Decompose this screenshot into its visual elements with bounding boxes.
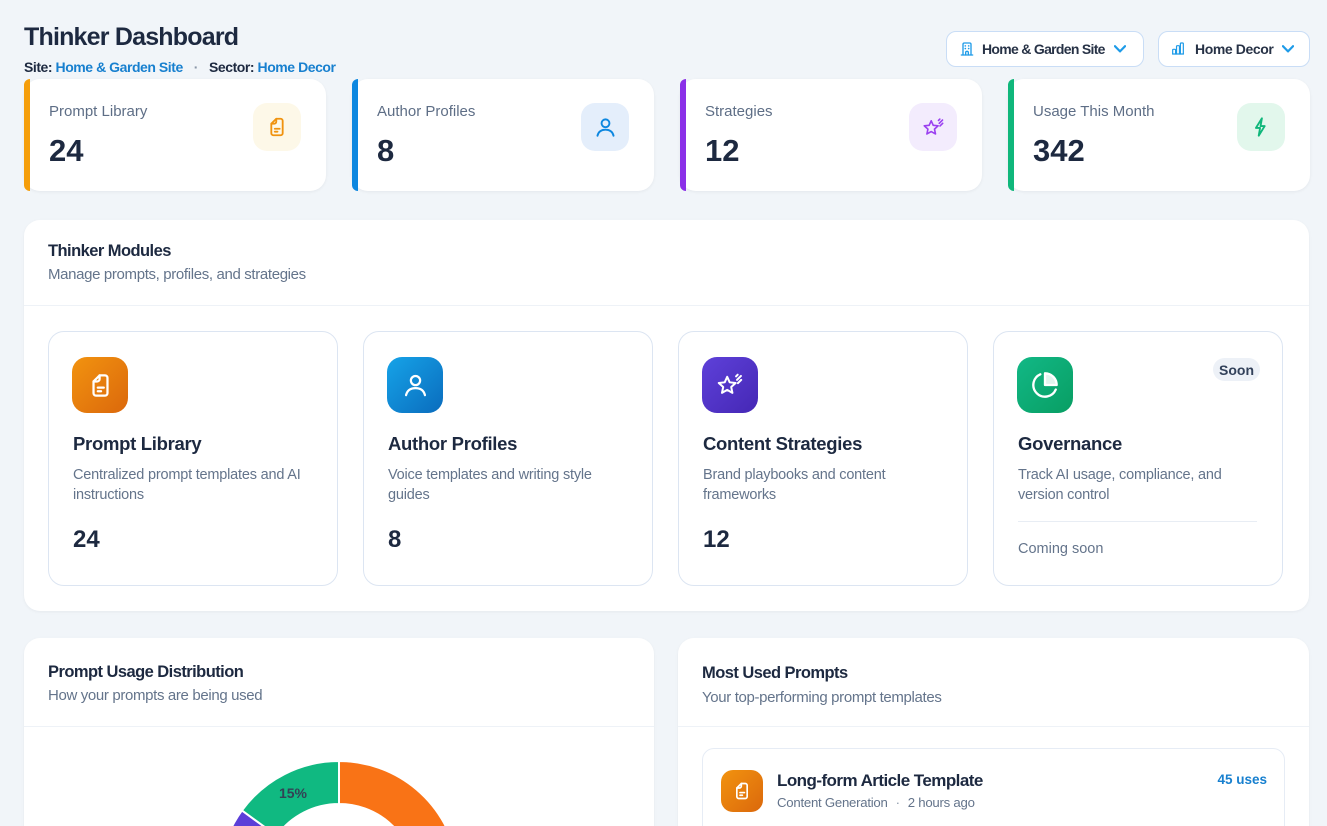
svg-text:15%: 15%: [279, 785, 308, 801]
